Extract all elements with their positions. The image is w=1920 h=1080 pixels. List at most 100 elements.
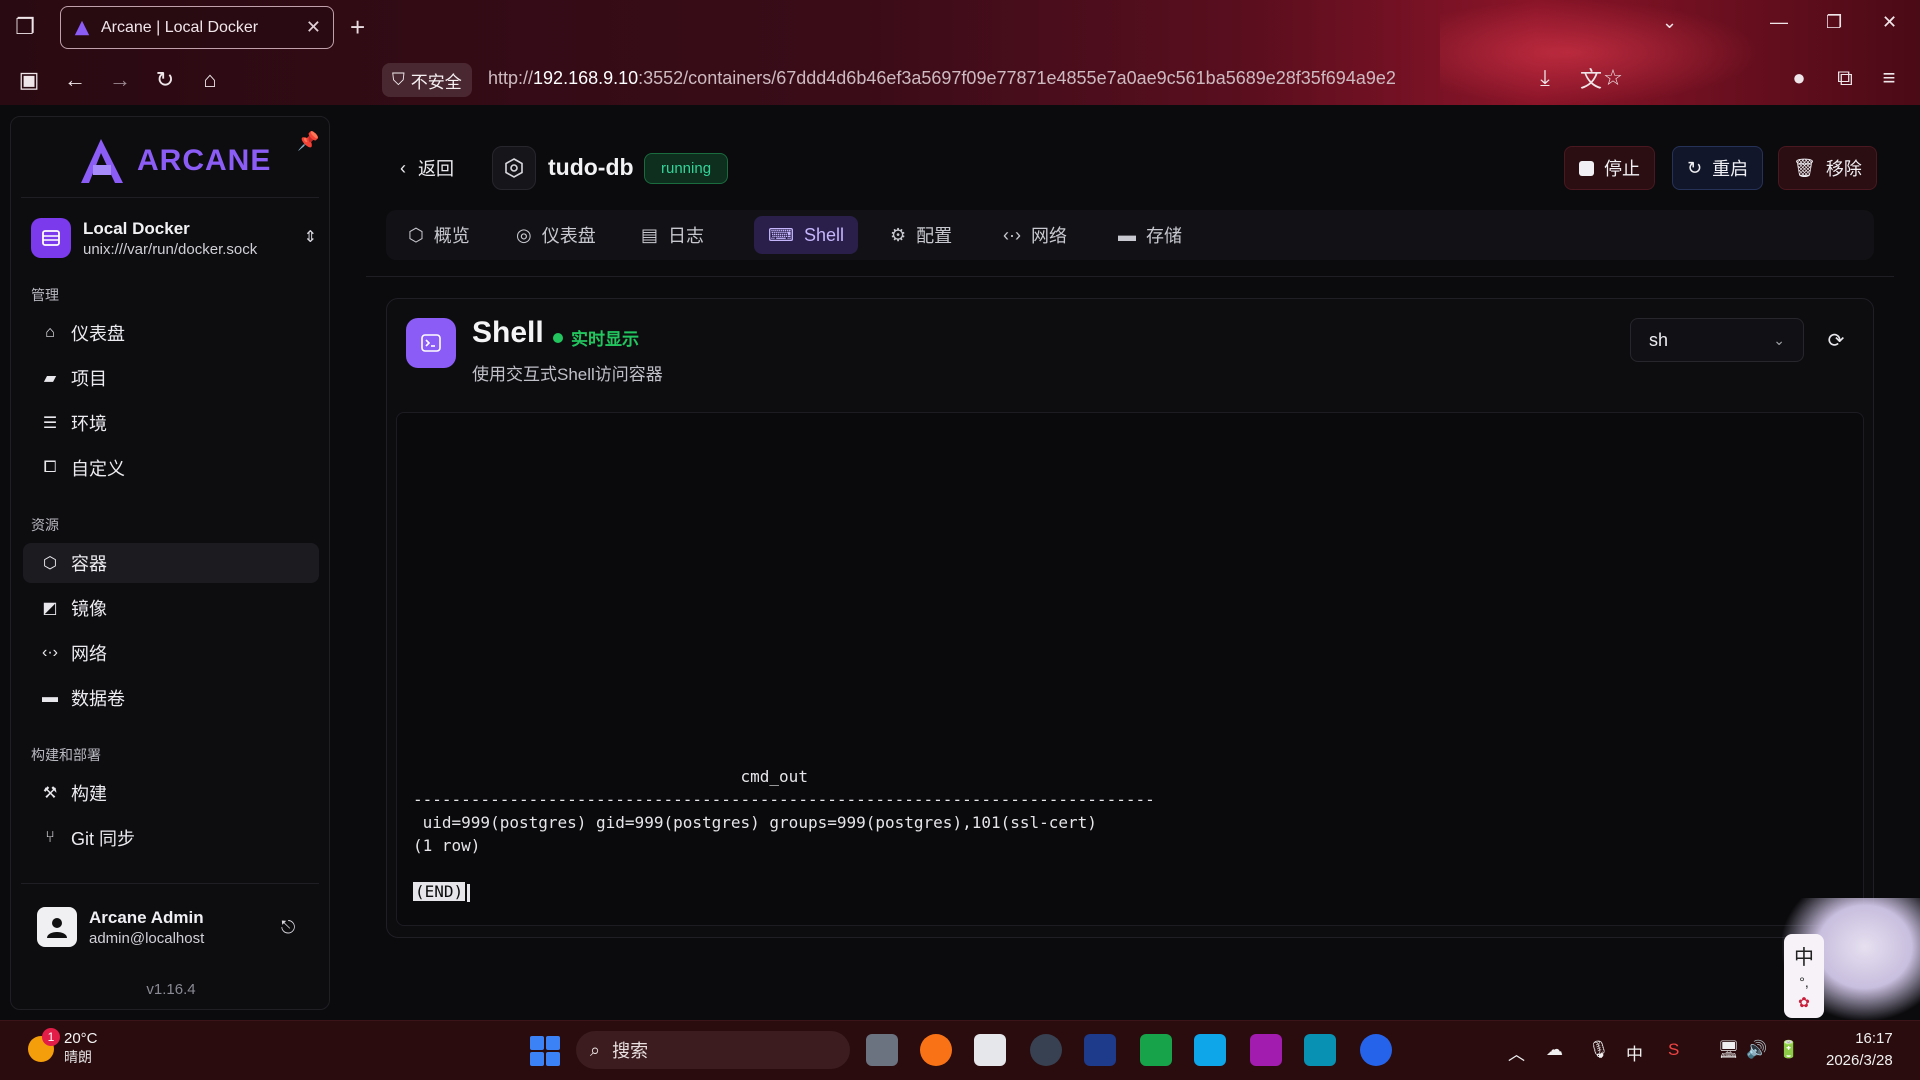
security-indicator[interactable]: ⛉ 不安全 — [382, 63, 472, 97]
menu-icon[interactable]: ≡ — [1874, 63, 1904, 93]
task-view-icon[interactable] — [866, 1034, 898, 1066]
pin-icon[interactable]: 📌 — [297, 131, 319, 152]
weather-widget[interactable]: 1 20°C 晴朗 — [28, 1027, 98, 1067]
close-window-icon[interactable]: ✕ — [1882, 12, 1897, 33]
tab-shell[interactable]: ⌨ Shell — [754, 216, 859, 254]
download-icon[interactable]: ⤓ — [1530, 63, 1560, 93]
vim-icon[interactable] — [1084, 1034, 1116, 1066]
sidebar-item-volumes[interactable]: ▬ 数据卷 — [23, 678, 319, 718]
microphone-icon[interactable]: 🎙 — [1588, 1040, 1610, 1060]
windows-start-icon[interactable] — [530, 1036, 560, 1066]
system-clock[interactable]: 16:17 2026/3/28 — [1826, 1028, 1893, 1072]
sidebar-item-containers[interactable]: ⬡ 容器 — [23, 543, 319, 583]
remove-button[interactable]: 🗑 移除 — [1778, 146, 1877, 190]
restart-button[interactable]: ↻ 重启 — [1672, 146, 1764, 190]
firefox-icon[interactable] — [920, 1034, 952, 1066]
clock-time: 16:17 — [1855, 1030, 1893, 1047]
obs-icon[interactable] — [1030, 1034, 1062, 1066]
terminal-output[interactable]: cmd_out --------------------------------… — [396, 412, 1864, 926]
restore-icon[interactable]: ❐ — [1826, 12, 1842, 33]
tab-config[interactable]: ⚙ 配置 — [876, 216, 966, 254]
weather-badge: 1 — [42, 1027, 60, 1046]
chevron-up-down-icon: ⇕ — [303, 229, 317, 246]
ime-widget[interactable]: 中 °, ✿ — [1784, 934, 1824, 1018]
remote-desktop-icon[interactable] — [1194, 1034, 1226, 1066]
reload-icon[interactable]: ↻ — [150, 65, 180, 95]
green-app-icon[interactable] — [1140, 1034, 1172, 1066]
back-button[interactable]: ‹ 返回 — [400, 155, 454, 181]
gear-icon: ⚙ — [890, 224, 907, 245]
chrome-icon[interactable] — [1360, 1034, 1392, 1066]
user-profile[interactable]: Arcane Admin admin@localhost — [37, 907, 204, 947]
extensions-icon[interactable]: ⧉ — [1830, 63, 1860, 93]
tab-label: 配置 — [916, 226, 953, 246]
forward-nav-icon[interactable]: → — [105, 65, 135, 95]
tab-list-icon[interactable]: ⌄ — [1662, 12, 1677, 33]
tab-logs[interactable]: ▤ 日志 — [627, 216, 718, 254]
sidebar-item-networks[interactable]: ‹·› 网络 — [23, 633, 319, 673]
sidebar-item-dashboard[interactable]: ⌂ 仪表盘 — [23, 313, 319, 353]
tab-network[interactable]: ‹·› 网络 — [989, 216, 1081, 254]
snipping-tool-icon[interactable] — [974, 1034, 1006, 1066]
search-label: 搜索 — [612, 1041, 649, 1061]
terminal-line-header: cmd_out — [413, 767, 808, 786]
phpstorm-icon[interactable] — [1250, 1034, 1282, 1066]
minimize-icon[interactable]: — — [1770, 12, 1788, 33]
shell-subtitle: 使用交互式Shell访问容器 — [472, 365, 663, 384]
bolt-app-icon[interactable] — [1304, 1034, 1336, 1066]
sidebar-item-git-sync[interactable]: ⑂ Git 同步 — [23, 818, 319, 858]
taskbar-search[interactable]: ⌕ 搜索 — [576, 1031, 850, 1069]
tab-storage[interactable]: ▬ 存储 — [1104, 216, 1196, 254]
stop-button[interactable]: 停止 — [1564, 146, 1655, 190]
container-tabs: ⬡ 概览 ◎ 仪表盘 ▤ 日志 ⌨ Shell ⚙ 配置 ‹·› 网络 ▬ 存储 — [386, 210, 1874, 260]
search-icon: ⌕ — [590, 1039, 601, 1060]
sidebar-item-customize[interactable]: ⧠ 自定义 — [23, 448, 319, 488]
tab-overview[interactable]: ⬡ 概览 — [394, 216, 484, 254]
new-tab-icon[interactable]: + — [350, 12, 365, 43]
reconnect-icon[interactable]: ⟳ — [1822, 326, 1850, 354]
tab-actions-icon[interactable]: ❐ — [10, 12, 40, 42]
logout-icon[interactable]: ⎋ — [281, 917, 295, 938]
address-bar[interactable]: http://192.168.9.10:3552/containers/67dd… — [488, 68, 1396, 89]
tab-dashboard[interactable]: ◎ 仪表盘 — [502, 216, 610, 254]
back-nav-icon[interactable]: ← — [60, 65, 90, 95]
environment-switcher[interactable]: Local Docker unix:///var/run/docker.sock… — [31, 213, 321, 263]
sidebar-item-build[interactable]: ⚒ 构建 — [23, 773, 319, 813]
environment-icon — [31, 218, 71, 258]
butterfly-icon: ✿ — [1798, 994, 1810, 1010]
app-version: v1.16.4 — [146, 981, 196, 998]
terminal-icon: ⌨ — [768, 224, 794, 245]
onedrive-icon[interactable]: ☁ — [1546, 1040, 1563, 1060]
sidebar-item-projects[interactable]: ▰ 项目 — [23, 358, 319, 398]
bookmark-star-icon[interactable]: ☆ — [1598, 63, 1628, 93]
tab-label: 仪表盘 — [541, 226, 596, 246]
hammer-icon: ⚒ — [42, 785, 58, 802]
battery-icon[interactable]: 🔋 — [1778, 1040, 1799, 1060]
tab-close-icon[interactable]: ✕ — [306, 17, 321, 38]
git-icon: ⑂ — [45, 829, 55, 846]
brand-logo[interactable]: ARCANE — [77, 137, 271, 185]
home-browser-icon[interactable]: ⌂ — [195, 65, 225, 95]
tray-overflow-icon[interactable]: ︿ — [1508, 1040, 1525, 1065]
sogou-icon[interactable]: S — [1668, 1040, 1679, 1060]
profile-icon[interactable]: ● — [1784, 63, 1814, 93]
shell-type-select[interactable]: sh ⌄ — [1630, 318, 1804, 362]
sidebar-item-images[interactable]: ◩ 镜像 — [23, 588, 319, 628]
sidebar-toggle-icon[interactable]: ▣ — [14, 65, 44, 95]
stop-label: 停止 — [1604, 159, 1640, 179]
folder-icon: ▰ — [43, 370, 57, 387]
weather-temp: 20°C — [64, 1030, 98, 1047]
url-path: :3552/containers/67ddd4d6b46ef3a5697f09e… — [638, 68, 1396, 88]
section-label-build-deploy: 构建和部署 — [31, 747, 101, 763]
volume-icon[interactable]: 🔊 — [1746, 1040, 1767, 1060]
shell-type-value: sh — [1649, 329, 1669, 350]
sidebar-item-environments[interactable]: ☰ 环境 — [23, 403, 319, 443]
ime-indicator[interactable]: 中 — [1626, 1040, 1643, 1065]
terminal-pager-end: (END) — [413, 882, 466, 901]
environment-socket: unix:///var/run/docker.sock — [83, 240, 258, 258]
network-status-icon[interactable]: 🖥 — [1718, 1040, 1740, 1060]
section-label-resources: 资源 — [31, 517, 59, 533]
remove-label: 移除 — [1825, 159, 1862, 179]
browser-tab[interactable]: Arcane | Local Docker ✕ — [60, 6, 334, 49]
container-icon — [492, 146, 536, 190]
